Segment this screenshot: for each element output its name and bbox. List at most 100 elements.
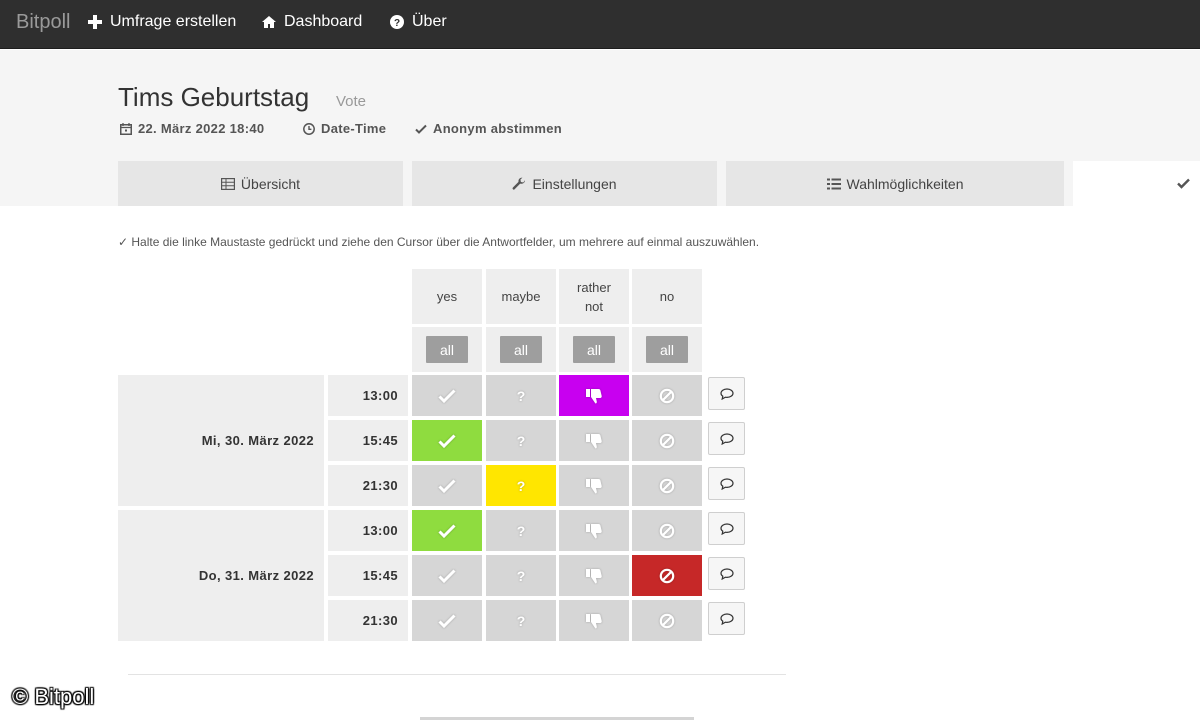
wrench-icon	[513, 177, 526, 190]
ban-icon	[659, 523, 675, 539]
vote-option-rather-not[interactable]	[559, 510, 629, 551]
tab-settings[interactable]: Einstellungen	[412, 161, 717, 206]
tab-overview-label: Übersicht	[240, 175, 301, 192]
nav-create-poll-label: Umfrage erstellen	[110, 13, 237, 30]
svg-text:?: ?	[517, 388, 526, 404]
svg-text:?: ?	[517, 478, 526, 494]
divider	[128, 674, 786, 675]
thumbs-down-icon	[585, 433, 603, 449]
column-header-yes-label: yes	[436, 289, 458, 304]
column-header-maybe-label: maybe	[501, 289, 541, 304]
comment-icon	[719, 387, 734, 400]
select-all-no-button[interactable]: all	[646, 336, 688, 363]
poll-title: Tims Geburtstag	[118, 82, 310, 112]
poll-date: 22. März 2022 18:40	[120, 121, 264, 136]
vote-option-rather-not[interactable]	[559, 600, 629, 641]
vote-option-maybe[interactable]: ?	[486, 465, 556, 506]
select-all-maybe-button[interactable]: all	[500, 336, 542, 363]
clock-icon	[303, 122, 315, 135]
check-icon	[438, 613, 456, 628]
vote-option-no[interactable]	[632, 420, 702, 461]
comment-icon	[719, 522, 734, 535]
list-icon	[826, 178, 841, 189]
poll-anonymous-text: Anonym abstimmen	[433, 121, 563, 136]
brand-logo[interactable]: Bitpoll	[16, 11, 70, 34]
svg-text:?: ?	[517, 613, 526, 629]
ban-icon	[659, 478, 675, 494]
vote-option-maybe[interactable]: ?	[486, 510, 556, 551]
vote-option-yes[interactable]	[412, 420, 482, 461]
poll-type: Vote	[336, 93, 367, 110]
column-header-rather-not: rather not	[559, 269, 629, 324]
add-comment-button[interactable]	[708, 602, 745, 635]
question-icon: ?	[515, 568, 527, 584]
vote-option-no[interactable]	[632, 465, 702, 506]
question-icon: ?	[515, 523, 527, 539]
check-icon	[438, 433, 456, 448]
add-comment-button[interactable]	[708, 422, 745, 455]
plus-icon	[88, 15, 102, 29]
thumbs-down-icon	[585, 388, 603, 404]
svg-text:?: ?	[517, 568, 526, 584]
vote-option-yes[interactable]	[412, 465, 482, 506]
tab-overview[interactable]: Übersicht	[118, 161, 403, 206]
vote-option-yes[interactable]	[412, 510, 482, 551]
nav-about[interactable]: ? Über	[390, 13, 447, 31]
time-label: 21:30	[328, 600, 408, 641]
time-label: 15:45	[328, 555, 408, 596]
comment-icon	[719, 612, 734, 625]
vote-option-maybe[interactable]: ?	[486, 375, 556, 416]
question-circle-icon: ?	[390, 15, 404, 29]
vote-option-no[interactable]	[632, 375, 702, 416]
column-header-no-label: no	[659, 289, 675, 304]
column-header-yes: yes	[412, 269, 482, 324]
poll-date-text: 22. März 2022 18:40	[138, 121, 265, 136]
vote-option-maybe[interactable]: ?	[486, 555, 556, 596]
ban-icon	[659, 568, 675, 584]
thumbs-down-icon	[585, 568, 603, 584]
add-comment-button[interactable]	[708, 512, 745, 545]
svg-text:?: ?	[517, 433, 526, 449]
vote-option-yes[interactable]	[412, 555, 482, 596]
vote-option-rather-not[interactable]	[559, 465, 629, 506]
tab-vote[interactable]	[1073, 161, 1200, 206]
time-label: 13:00	[328, 510, 408, 551]
vote-option-maybe[interactable]: ?	[486, 600, 556, 641]
vote-option-yes[interactable]	[412, 375, 482, 416]
add-comment-button[interactable]	[708, 377, 745, 410]
column-header-rather-not-line1: rather	[577, 279, 611, 295]
comment-icon	[719, 432, 734, 445]
nav-dashboard[interactable]: Dashboard	[262, 13, 362, 31]
select-all-maybe-cell: all	[486, 327, 556, 372]
svg-text:?: ?	[394, 18, 400, 29]
thumbs-down-icon	[585, 478, 603, 494]
vote-option-rather-not[interactable]	[559, 420, 629, 461]
tab-settings-label: Einstellungen	[532, 175, 617, 192]
thumbs-down-icon	[585, 613, 603, 629]
check-icon	[415, 124, 427, 134]
check-icon	[438, 523, 456, 538]
vote-option-no[interactable]	[632, 510, 702, 551]
select-all-yes-button[interactable]: all	[426, 336, 468, 363]
nav-dashboard-label: Dashboard	[284, 13, 363, 30]
copyright-watermark: © Bitpoll	[12, 684, 95, 709]
vote-option-rather-not[interactable]	[559, 555, 629, 596]
comment-icon	[719, 477, 734, 490]
ban-icon	[659, 613, 675, 629]
check-icon	[438, 478, 456, 493]
tab-choices[interactable]: Wahlmöglichkeiten	[726, 161, 1064, 206]
nav-create-poll[interactable]: Umfrage erstellen	[88, 13, 236, 31]
select-all-rather-not-button[interactable]: all	[573, 336, 615, 363]
vote-option-rather-not[interactable]	[559, 375, 629, 416]
add-comment-button[interactable]	[708, 467, 745, 500]
nav-about-label: Über	[412, 13, 447, 30]
add-comment-button[interactable]	[708, 557, 745, 590]
comment-icon	[719, 567, 734, 580]
vote-option-no[interactable]	[632, 600, 702, 641]
vote-option-maybe[interactable]: ?	[486, 420, 556, 461]
vote-option-no[interactable]	[632, 555, 702, 596]
time-label: 13:00	[328, 375, 408, 416]
vote-option-yes[interactable]	[412, 600, 482, 641]
check-icon	[438, 388, 456, 403]
question-icon: ?	[515, 613, 527, 629]
